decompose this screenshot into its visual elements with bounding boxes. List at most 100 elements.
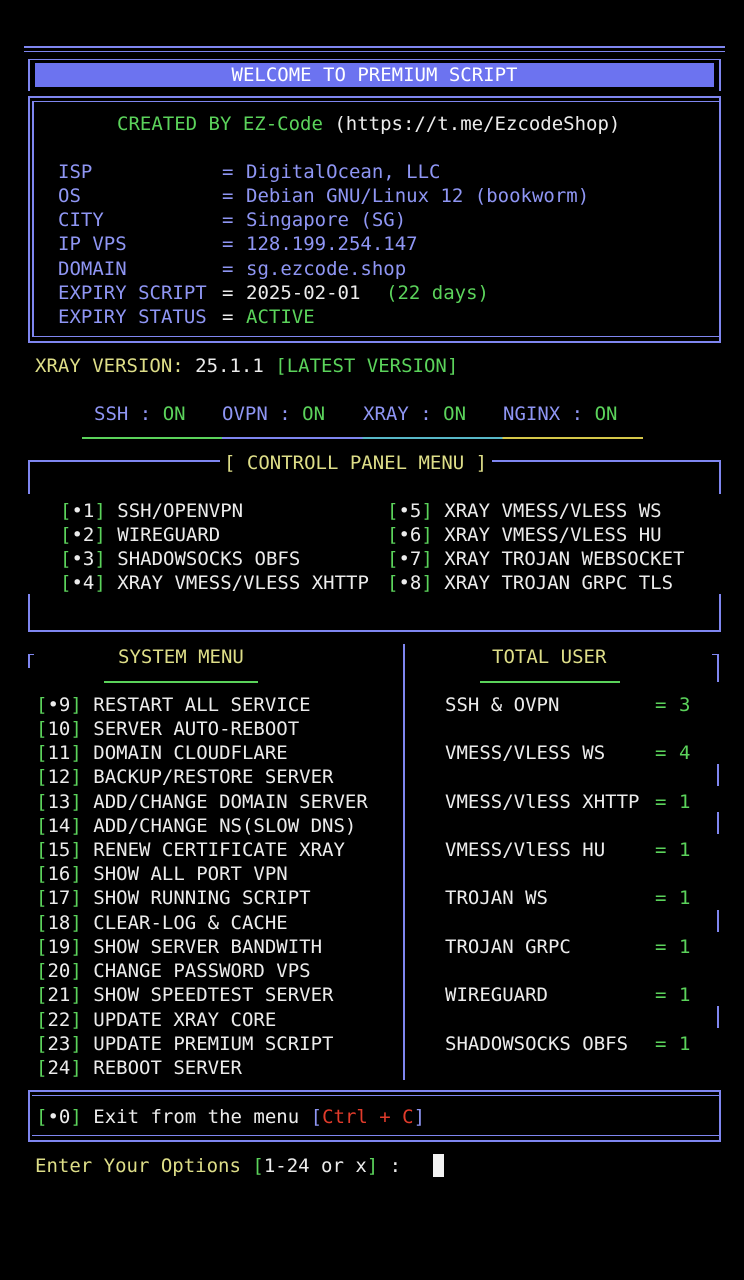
- sys-right-tick-5: [717, 1006, 719, 1028]
- sys-item-13[interactable]: [13] ADD/CHANGE DOMAIN SERVER: [36, 790, 368, 814]
- user-sep-vmess-xhttp: =: [655, 791, 667, 813]
- info-box-bottom-inner: [32, 336, 721, 337]
- info-label-domain: DOMAIN: [58, 258, 127, 280]
- info-value-ip: 128.199.254.147: [246, 233, 418, 255]
- total-user-title: TOTAL USER: [492, 646, 607, 668]
- info-sep-os: =: [222, 185, 234, 207]
- user-label-ssh: SSH & OVPN: [445, 694, 560, 716]
- cp-item-8[interactable]: [•8] XRAY TROJAN GRPC TLS: [387, 571, 673, 595]
- banner-frame-top: [28, 59, 720, 60]
- cp-item-4[interactable]: [•4] XRAY VMESS/VLESS XHTTP: [60, 571, 369, 595]
- info-sep-expiry-script: =: [222, 282, 234, 304]
- cp-item-6[interactable]: [•6] XRAY VMESS/VLESS HU: [387, 523, 662, 547]
- service-nginx-state: ON: [594, 403, 618, 425]
- info-label-ip: IP VPS: [58, 233, 127, 255]
- sys-item-16[interactable]: [16] SHOW ALL PORT VPN: [36, 862, 288, 886]
- service-ssh-state: ON: [162, 403, 186, 425]
- options-prompt[interactable]: Enter Your Options [1-24 or x] :: [35, 1154, 401, 1178]
- prompt-label: Enter Your Options: [35, 1155, 241, 1177]
- sys-item-21[interactable]: [21] SHOW SPEEDTEST SERVER: [36, 983, 333, 1007]
- sys-item-24[interactable]: [24] REBOOT SERVER: [36, 1056, 242, 1080]
- user-count-trojan-grpc: 1: [679, 936, 691, 958]
- user-label-vmess-xhttp: VMESS/VlESS XHTTP: [445, 791, 640, 813]
- service-ssh-sep: :: [139, 403, 152, 425]
- exit-box-top: [28, 1090, 721, 1092]
- sys-item-22[interactable]: [22] UPDATE XRAY CORE: [36, 1008, 276, 1032]
- info-label-city: CITY: [58, 209, 104, 231]
- top-divider-2: [24, 51, 725, 52]
- sys-divider: [403, 644, 405, 1080]
- service-ssh-name: SSH: [94, 403, 129, 425]
- sys-item-15[interactable]: [15] RENEW CERTIFICATE XRAY: [36, 838, 345, 862]
- exit-box-top-inner: [32, 1095, 721, 1096]
- exit-box-bottom: [28, 1140, 721, 1142]
- user-count-vmess-xhttp: 1: [679, 791, 691, 813]
- sys-item-10[interactable]: [10] SERVER AUTO-REBOOT: [36, 717, 299, 741]
- sys-left-tick: [28, 654, 30, 668]
- cp-item-5[interactable]: [•5] XRAY VMESS/VLESS WS: [387, 499, 662, 523]
- user-sep-vmess-hu: =: [655, 839, 667, 861]
- terminal-cursor[interactable]: [433, 1154, 444, 1177]
- info-sep-city: =: [222, 209, 234, 231]
- user-count-shadowsocks: 1: [679, 1033, 691, 1055]
- info-sep-domain: =: [222, 258, 234, 280]
- info-box-left: [28, 96, 30, 342]
- exit-keys: Ctrl + C: [322, 1106, 414, 1128]
- sys-left-cap: [28, 654, 34, 655]
- welcome-banner: WELCOME TO PREMIUM SCRIPT: [35, 63, 714, 87]
- user-label-shadowsocks: SHADOWSOCKS OBFS: [445, 1033, 629, 1055]
- sys-item-9[interactable]: [•9] RESTART ALL SERVICE: [36, 693, 311, 717]
- info-value-os: Debian GNU/Linux 12 (bookworm): [246, 185, 590, 207]
- sys-item-18[interactable]: [18] CLEAR-LOG & CACHE: [36, 911, 288, 935]
- info-value-city: Singapore (SG): [246, 209, 407, 231]
- sys-item-14[interactable]: [14] ADD/CHANGE NS(SLOW DNS): [36, 814, 356, 838]
- banner-frame-left: [28, 59, 30, 91]
- cp-item-1[interactable]: [•1] SSH/OPENVPN: [60, 499, 243, 523]
- user-sep-trojan-ws: =: [655, 887, 667, 909]
- cp-item-2[interactable]: [•2] WIREGUARD: [60, 523, 220, 547]
- sys-right-tick-4: [717, 910, 719, 932]
- info-sep-isp: =: [222, 161, 234, 183]
- info-value-expiry-status: ACTIVE: [246, 306, 315, 328]
- cp-top-left: [28, 460, 220, 462]
- info-label-expiry-script: EXPIRY SCRIPT: [58, 282, 207, 304]
- exit-box-bottom-inner: [32, 1135, 721, 1136]
- info-value-isp: DigitalOcean, LLC: [246, 161, 441, 183]
- user-sep-wireguard: =: [655, 984, 667, 1006]
- cp-left-upper: [28, 460, 30, 494]
- user-count-trojan-ws: 1: [679, 887, 691, 909]
- sys-item-17[interactable]: [17] SHOW RUNNING SCRIPT: [36, 886, 311, 910]
- service-xray-state: ON: [443, 403, 467, 425]
- xray-version-label: XRAY VERSION:: [35, 355, 184, 377]
- cp-top-right: [492, 460, 720, 462]
- user-label-vmess-ws: VMESS/VLESS WS: [445, 742, 606, 764]
- info-box-left-inner: [32, 101, 34, 337]
- sys-right-cap: [712, 654, 718, 655]
- user-label-vmess-hu: VMESS/VlESS HU: [445, 839, 606, 861]
- sys-item-20[interactable]: [20] CHANGE PASSWORD VPS: [36, 959, 311, 983]
- service-xray: XRAY : ON: [363, 402, 466, 426]
- exit-box-left: [28, 1090, 30, 1142]
- service-ovpn-name: OVPN: [222, 403, 268, 425]
- cp-item-3[interactable]: [•3] SHADOWSOCKS OBFS: [60, 547, 300, 571]
- sys-item-19[interactable]: [19] SHOW SERVER BANDWITH: [36, 935, 322, 959]
- cp-item-7[interactable]: [•7] XRAY TROJAN WEBSOCKET: [387, 547, 684, 571]
- info-label-isp: ISP: [58, 161, 93, 183]
- user-label-trojan-ws: TROJAN WS: [445, 887, 548, 909]
- user-label-wireguard: WIREGUARD: [445, 984, 548, 1006]
- sys-item-12[interactable]: [12] BACKUP/RESTORE SERVER: [36, 765, 333, 789]
- exit-option[interactable]: [•0] Exit from the menu [Ctrl + C]: [36, 1105, 425, 1129]
- creator-text: CREATED BY EZ-Code: [117, 113, 323, 135]
- user-sep-vmess-ws: =: [655, 742, 667, 764]
- sys-item-11[interactable]: [11] DOMAIN CLOUDFLARE: [36, 741, 288, 765]
- banner-frame-right: [719, 59, 721, 91]
- control-panel-title: [ CONTROLL PANEL MENU ]: [224, 452, 488, 474]
- creator-link[interactable]: (https://t.me/EzcodeShop): [334, 113, 620, 135]
- sys-right-tick-2: [717, 764, 719, 786]
- user-sep-ssh: =: [655, 694, 667, 716]
- sys-right-tick-1: [717, 654, 719, 682]
- xray-version-value: 25.1.1: [195, 355, 264, 377]
- service-underline: [82, 437, 643, 439]
- user-count-vmess-ws: 4: [679, 742, 691, 764]
- sys-item-23[interactable]: [23] UPDATE PREMIUM SCRIPT: [36, 1032, 333, 1056]
